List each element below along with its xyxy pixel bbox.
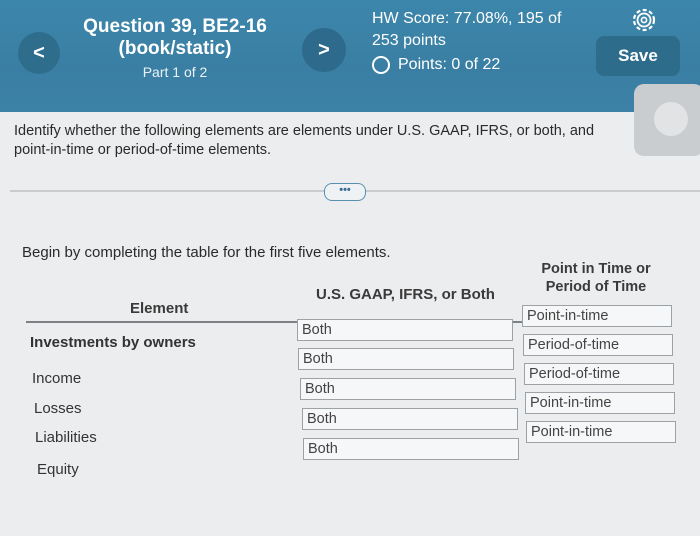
question-part: Part 1 of 2 [142, 64, 208, 80]
points-text: Points: 0 of 22 [398, 56, 501, 73]
gaap-select-equity[interactable]: Both [303, 438, 519, 460]
column-header-gaap: U.S. GAAP, IFRS, or Both [316, 286, 495, 303]
gear-icon[interactable] [630, 6, 658, 34]
column-header-element: Element [130, 300, 189, 317]
row-label-investments: Investments by owners [30, 334, 196, 351]
hw-score: HW Score: 77.08%, 195 of 253 points [372, 10, 562, 49]
row-label-equity: Equity [37, 461, 79, 478]
time-select-investments[interactable]: Point-in-time [522, 305, 672, 327]
time-select-liabilities[interactable]: Point-in-time [525, 392, 675, 414]
gaap-select-losses[interactable]: Both [300, 378, 516, 400]
next-question-button[interactable]: > [302, 28, 346, 72]
time-select-losses[interactable]: Period-of-time [524, 363, 674, 385]
time-select-equity[interactable]: Point-in-time [526, 421, 676, 443]
side-panel-toggle[interactable] [634, 84, 700, 156]
points-status: Points: 0 of 22 [372, 56, 500, 74]
row-label-income: Income [32, 370, 82, 387]
begin-prompt: Begin by completing the table for the fi… [22, 244, 391, 261]
column-header-time: Point in Time or Period of Time [541, 261, 651, 295]
previous-question-button[interactable]: < [18, 32, 60, 74]
gaap-select-liabilities[interactable]: Both [302, 408, 518, 430]
save-button[interactable]: Save [596, 36, 680, 76]
chevron-right-icon: > [318, 39, 330, 61]
gaap-select-income[interactable]: Both [298, 348, 514, 370]
circle-icon [654, 102, 688, 136]
question-title: Question 39, BE2-16 (book/static) [83, 16, 267, 59]
top-header: < Question 39, BE2-16 (book/static) Part… [0, 0, 700, 112]
time-select-income[interactable]: Period-of-time [523, 334, 673, 356]
expand-more-button[interactable]: ••• [324, 183, 366, 201]
row-label-losses: Losses [34, 400, 82, 417]
row-label-liabilities: Liabilities [35, 429, 97, 446]
gaap-select-investments[interactable]: Both [297, 319, 513, 341]
radio-empty-icon [372, 56, 390, 74]
chevron-left-icon: < [33, 42, 45, 64]
question-instructions: Identify whether the following elements … [14, 123, 595, 158]
